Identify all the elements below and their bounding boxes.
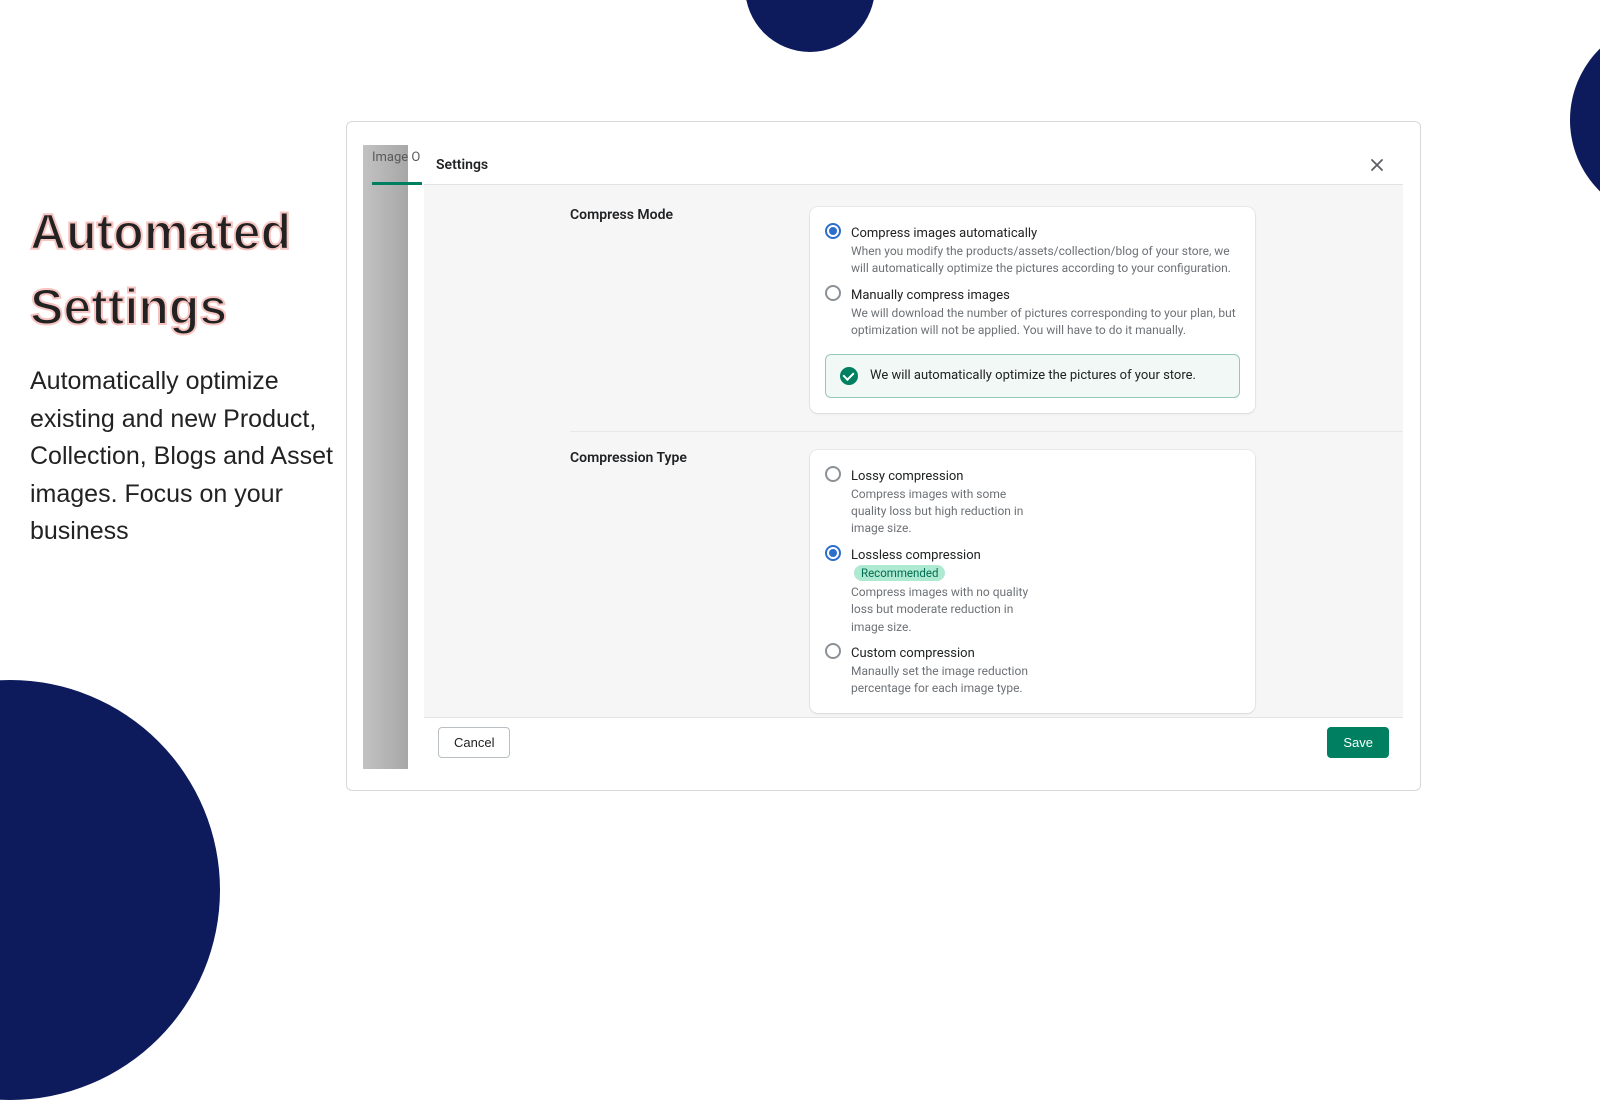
radio-label: Lossless compression xyxy=(851,548,981,563)
section-compress-mode: Compress Mode Compress images automatica… xyxy=(424,207,1403,413)
radio-auto[interactable] xyxy=(825,223,841,239)
section-label: Compress Mode xyxy=(570,207,790,413)
radio-item-lossless[interactable]: Lossless compression Recommended Compress… xyxy=(825,544,1035,636)
decorative-circle-right xyxy=(1570,20,1600,220)
save-button[interactable]: Save xyxy=(1327,727,1389,758)
radio-body: Manually compress images We will downloa… xyxy=(851,284,1240,340)
radio-desc: We will download the number of pictures … xyxy=(851,305,1240,340)
cancel-button[interactable]: Cancel xyxy=(438,727,510,758)
marketing-title: Automated Settings xyxy=(30,195,350,345)
recommended-badge: Recommended xyxy=(854,565,945,581)
app-window: Image O Settings Compress Mode xyxy=(346,121,1421,791)
radio-item-custom[interactable]: Custom compression Manaully set the imag… xyxy=(825,642,1035,698)
radio-label: Lossy compression xyxy=(851,469,963,484)
modal-title: Settings xyxy=(436,157,488,173)
section-heading: Compress Mode xyxy=(570,207,790,223)
success-banner: We will automatically optimize the pictu… xyxy=(825,354,1240,398)
radio-item-auto[interactable]: Compress images automatically When you m… xyxy=(825,222,1240,278)
modal-footer: Cancel Save xyxy=(424,717,1403,767)
compress-mode-card: Compress images automatically When you m… xyxy=(810,207,1255,413)
background-sidebar xyxy=(363,145,408,769)
modal-scroll-area[interactable]: Compress Mode Compress images automatica… xyxy=(424,185,1403,717)
radio-body: Compress images automatically When you m… xyxy=(851,222,1240,278)
radio-label: Manually compress images xyxy=(851,288,1010,303)
section-label: Compression Type xyxy=(570,450,790,713)
radio-lossy[interactable] xyxy=(825,466,841,482)
modal-header: Settings xyxy=(424,145,1403,185)
compression-type-card: Lossy compression Compress images with s… xyxy=(810,450,1255,713)
banner-text: We will automatically optimize the pictu… xyxy=(870,368,1196,383)
background-tab-label: Image O xyxy=(372,150,420,165)
radio-desc: Compress images with no quality loss but… xyxy=(851,584,1035,636)
radio-manual[interactable] xyxy=(825,285,841,301)
check-circle-icon xyxy=(840,367,858,385)
radio-label: Custom compression xyxy=(851,646,975,661)
radio-custom[interactable] xyxy=(825,643,841,659)
section-heading: Compression Type xyxy=(570,450,790,466)
section-compression-type: Compression Type Lossy compression Compr… xyxy=(570,431,1403,713)
radio-desc: Manaully set the image reduction percent… xyxy=(851,663,1035,698)
modal-body: Compress Mode Compress images automatica… xyxy=(424,185,1403,717)
marketing-copy: Automated Settings Automatically optimiz… xyxy=(30,195,350,551)
radio-desc: Compress images with some quality loss b… xyxy=(851,486,1035,538)
radio-body: Custom compression Manaully set the imag… xyxy=(851,642,1035,698)
decorative-circle-top xyxy=(745,0,875,52)
radio-desc: When you modify the products/assets/coll… xyxy=(851,243,1240,278)
marketing-title-line1: Automated xyxy=(30,195,350,270)
decorative-circle-bottom xyxy=(0,680,220,1100)
background-tab-underline xyxy=(372,182,422,185)
radio-body: Lossy compression Compress images with s… xyxy=(851,465,1035,538)
settings-modal: Settings Compress Mode Compress imag xyxy=(424,145,1403,767)
radio-item-lossy[interactable]: Lossy compression Compress images with s… xyxy=(825,465,1035,538)
radio-body: Lossless compression Recommended Compress… xyxy=(851,544,1035,636)
marketing-sub: Automatically optimize existing and new … xyxy=(30,363,350,551)
marketing-title-line2: Settings xyxy=(30,270,350,345)
radio-lossless[interactable] xyxy=(825,545,841,561)
radio-item-manual[interactable]: Manually compress images We will downloa… xyxy=(825,284,1240,340)
close-icon[interactable] xyxy=(1367,155,1387,175)
radio-label: Compress images automatically xyxy=(851,226,1037,241)
